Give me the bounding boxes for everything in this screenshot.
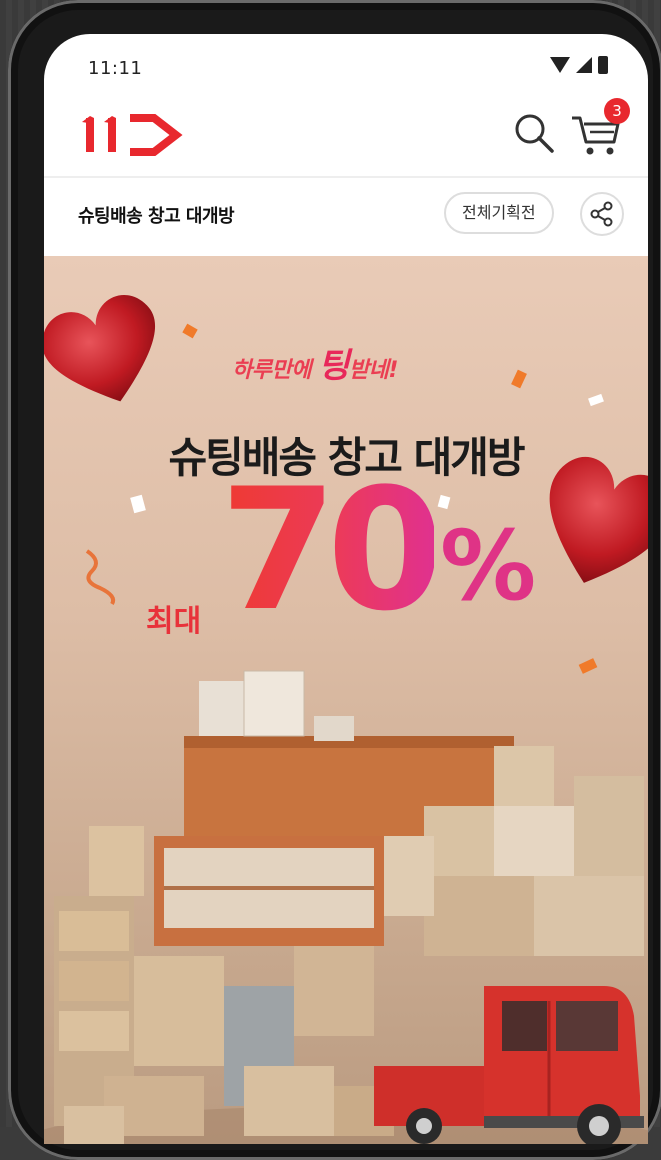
search-icon[interactable]: [511, 110, 557, 156]
tagline-prefix: 하루만에: [232, 358, 319, 383]
signal-icon: [576, 57, 592, 73]
share-button[interactable]: [580, 192, 624, 236]
discount-prefix: 최대: [146, 604, 202, 639]
app-bar: [44, 96, 648, 176]
banner-tagline: 하루만에 팅받네!: [232, 338, 398, 387]
status-bar: 11:11: [44, 34, 648, 96]
sub-header: 슈팅배송 창고 대개방 전체기획전: [44, 176, 648, 250]
tagline-emphasis: 팅: [318, 346, 349, 386]
warehouse-illustration: [44, 670, 648, 1144]
battery-icon: [598, 56, 608, 74]
tagline-suffix: 받네!: [348, 358, 399, 383]
page-title: 슈팅배송 창고 대개방: [78, 206, 235, 227]
eleven-street-logo[interactable]: [80, 108, 200, 162]
share-icon: [590, 201, 613, 227]
status-icons: [550, 56, 608, 74]
heart-decoration-left: [44, 295, 155, 402]
app-screen: 11:11 3 슈팅배송 창고 대개방 전체기획전 하루만에 팅받네! 슈팅배송…: [44, 34, 648, 1144]
phone-frame: 11:11 3 슈팅배송 창고 대개방 전체기획전 하루만에 팅받네! 슈팅배송…: [8, 0, 661, 1160]
promo-banner[interactable]: 하루만에 팅받네! 슈팅배송 창고 대개방 최대 70 %: [44, 256, 648, 1144]
wifi-icon: [550, 57, 570, 73]
discount-number: 70: [220, 452, 444, 648]
discount-percent-sign: %: [440, 510, 537, 622]
all-events-button[interactable]: 전체기획전: [444, 192, 554, 234]
cart-count-badge: 3: [604, 98, 630, 124]
status-time: 11:11: [88, 58, 143, 79]
